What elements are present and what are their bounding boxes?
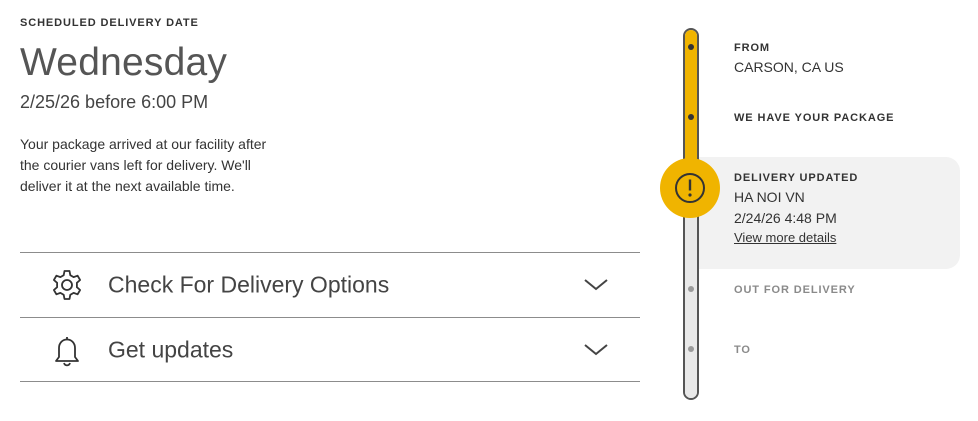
to-heading: TO: [734, 344, 751, 356]
out-for-delivery-heading: OUT FOR DELIVERY: [734, 284, 856, 296]
updated-location: HA NOI VN: [734, 189, 805, 205]
delivery-options-label: Check For Delivery Options: [108, 271, 390, 298]
get-updates-toggle[interactable]: Get updates: [20, 317, 640, 382]
delivery-options-toggle[interactable]: Check For Delivery Options: [20, 252, 640, 317]
chevron-down-icon: [582, 277, 610, 293]
timeline-to: TO: [734, 344, 751, 356]
delivery-date-time: 2/25/26 before 6:00 PM: [20, 92, 209, 112]
chevron-down-icon: [582, 342, 610, 358]
delivery-status-message: Your package arrived at our facility aft…: [20, 136, 267, 194]
delivery-day: Wednesday: [20, 41, 228, 84]
timeline-dot-to: [688, 346, 694, 352]
get-updates-label: Get updates: [108, 336, 234, 362]
timeline-out-for-delivery: OUT FOR DELIVERY: [734, 284, 856, 296]
timeline-dot-out-for-delivery: [688, 286, 694, 292]
alert-icon: [660, 158, 720, 218]
timeline-dot-received: [688, 114, 694, 120]
gear-icon: [50, 268, 84, 302]
updated-heading: DELIVERY UPDATED: [734, 172, 859, 184]
received-heading: WE HAVE YOUR PACKAGE: [734, 112, 895, 124]
updated-datetime: 2/24/26 4:48 PM: [734, 210, 837, 226]
timeline-dot-from: [688, 44, 694, 50]
timeline-updated: DELIVERY UPDATED HA NOI VN 2/24/26 4:48 …: [734, 172, 858, 247]
timeline-received: WE HAVE YOUR PACKAGE: [734, 112, 894, 124]
delivery-accordion: Check For Delivery Options Get updates: [20, 252, 640, 382]
timeline-remaining: [685, 190, 697, 398]
bell-icon: [50, 333, 84, 367]
view-more-details-link[interactable]: View more details: [734, 230, 836, 245]
from-heading: FROM: [734, 42, 770, 54]
scheduled-delivery-label: SCHEDULED DELIVERY DATE: [20, 17, 199, 29]
timeline-from: FROM CARSON, CA US: [734, 42, 844, 78]
from-location: CARSON, CA US: [734, 59, 844, 75]
